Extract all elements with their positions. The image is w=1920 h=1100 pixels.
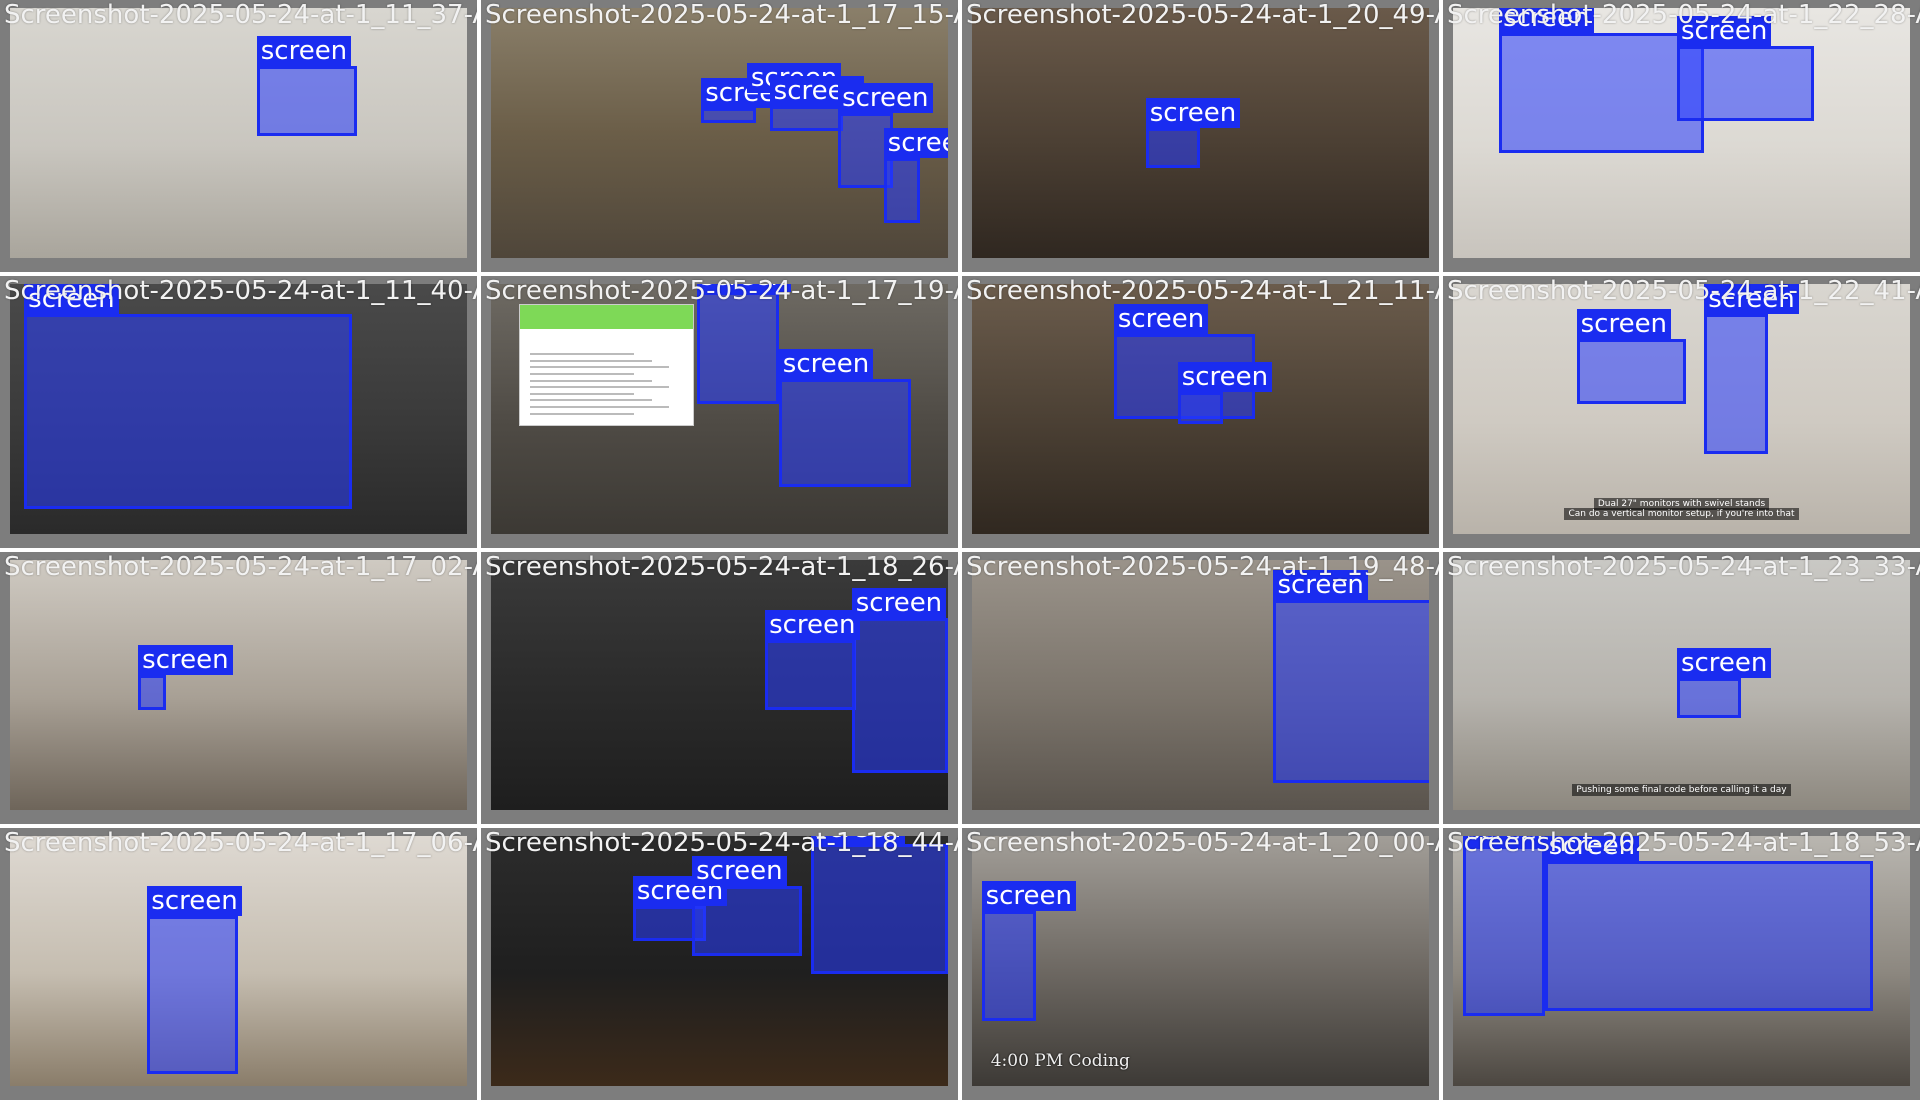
photo-frame: screenscreen [1453, 836, 1910, 1087]
detection-label: screen [1704, 284, 1799, 315]
screenshot-grid: screenScreenshot-2025-05-24-at-1_11_37-A… [0, 0, 1920, 1100]
photo-frame: screen [972, 8, 1429, 259]
thumbnail-cell[interactable]: screenscreenscreenscreenscreenScreenshot… [481, 0, 958, 272]
thumbnail-cell[interactable]: screen screen Screenshot-2025-05-24-at-1_2… [962, 276, 1439, 548]
detection-label: screen [1462, 836, 1558, 847]
article-preview [518, 304, 695, 427]
article-text-line [530, 386, 669, 389]
detection-label: screen [765, 610, 860, 641]
detection-label: screen [24, 284, 119, 315]
detection-box [769, 105, 843, 131]
detection-label: screen [883, 128, 948, 159]
photo-frame: screen [10, 836, 467, 1087]
detection-label: screen [778, 349, 874, 380]
detection-box [851, 617, 948, 773]
photo-frame: screenscreenscreen [491, 836, 948, 1087]
thumbnail-cell[interactable]: screenScreenshot-2025-05-24-at-1_11_40-A… [0, 276, 477, 548]
thumbnail-cell[interactable]: screenScreenshot-2025-05-24-at-1_11_37-A… [0, 0, 477, 272]
caption-line: Pushing some final code before calling i… [1572, 784, 1791, 797]
thumbnail-cell[interactable]: screen 4:00 PM Coding Screenshot-2025-05-2… [962, 828, 1439, 1100]
detection-box [701, 108, 756, 124]
thumbnail-cell[interactable]: screenscreenScreenshot-2025-05-24-at-1_1… [481, 276, 958, 548]
detection-box [1576, 339, 1687, 405]
detection-box [810, 843, 948, 974]
photo-frame: screen [972, 560, 1429, 811]
photo-frame: screen [10, 284, 467, 535]
article-text-line [530, 412, 635, 415]
detection-box [138, 675, 166, 711]
photo-frame: screen Pushing some final code before cal… [1453, 560, 1910, 811]
detection-label: screen [981, 881, 1077, 912]
article-text-line [530, 359, 652, 362]
thumbnail-cell[interactable]: screenScreenshot-2025-05-24-at-1_19_48-A… [962, 552, 1439, 824]
photo-frame: screen screen [491, 284, 948, 535]
detection-box [24, 314, 353, 510]
caption-line: Can do a vertical monitor setup, if you'… [1564, 508, 1799, 521]
detection-label: screen [696, 284, 792, 292]
video-overlay-text: 4:00 PM Coding [990, 1051, 1130, 1072]
article-header-image [519, 305, 694, 330]
detection-box [778, 379, 912, 487]
detection-box [1177, 391, 1224, 425]
photo-frame: screen 4:00 PM Coding [972, 836, 1429, 1087]
photo-frame: screen screen [1453, 8, 1910, 259]
detection-label: screen [256, 35, 352, 66]
detection-label: screen [138, 645, 233, 676]
thumbnail-cell[interactable]: screenscreenScreenshot-2025-05-24-at-1_1… [1443, 828, 1920, 1100]
photo-frame: screen screen [972, 284, 1429, 535]
detection-label: screen [1576, 309, 1672, 340]
detection-label: screen [851, 587, 947, 618]
thumbnail-cell[interactable]: screenScreenshot-2025-05-24-at-1_17_06-A… [0, 828, 477, 1100]
detection-box [1676, 45, 1814, 121]
video-caption: Pushing some final code before calling i… [1453, 784, 1909, 797]
thumbnail-cell[interactable]: screenscreenScreenshot-2025-05-24-at-1_1… [481, 552, 958, 824]
thumbnail-cell[interactable]: screenScreenshot-2025-05-24-at-1_20_49-A… [962, 0, 1439, 272]
thumbnail-cell[interactable]: screen Pushing some final code before cal… [1443, 552, 1920, 824]
detection-label: screen [838, 83, 933, 114]
detection-box [765, 640, 857, 711]
detection-box [883, 158, 921, 224]
detection-box [1462, 846, 1545, 1017]
photo-frame: screen screen Dual 27" monitors with swive… [1453, 284, 1910, 535]
detection-label: screen [1113, 304, 1209, 335]
detection-box [1704, 314, 1769, 455]
detection-box [256, 65, 358, 136]
thumbnail-cell[interactable]: screen screen Dual 27" monitors with swive… [1443, 276, 1920, 548]
detection-label: screen [1145, 98, 1241, 129]
detection-box [1273, 600, 1429, 783]
detection-label: screen [1544, 836, 1640, 862]
photo-frame: screen [10, 560, 467, 811]
photo-frame: screenscreenscreenscreenscreen [491, 8, 948, 259]
detection-box [1544, 861, 1874, 1012]
detection-label: screen [692, 856, 787, 887]
thumbnail-cell[interactable]: screen screen Screenshot-2025-05-24-at-1_2… [1443, 0, 1920, 272]
detection-box [1676, 677, 1741, 718]
detection-label: screen [1273, 570, 1368, 601]
detection-box [1145, 128, 1201, 169]
video-caption: Dual 27" monitors with swivel stands Can … [1453, 498, 1909, 521]
detection-box [696, 291, 779, 405]
detection-box [1499, 33, 1705, 154]
article-text-line [530, 353, 635, 356]
detection-box [147, 916, 239, 1074]
detection-box [981, 911, 1037, 1022]
article-text-line [530, 373, 635, 376]
detection-label: screen [147, 886, 242, 917]
photo-frame: screen [10, 8, 467, 259]
photo-frame: screenscreen [491, 560, 948, 811]
article-text-line [530, 392, 635, 395]
article-text-line [530, 399, 652, 402]
thumbnail-cell[interactable]: screenscreenscreenScreenshot-2025-05-24-… [481, 828, 958, 1100]
article-text-line [530, 379, 652, 382]
detection-label: screen [1676, 15, 1772, 46]
detection-label: screen [1499, 8, 1594, 34]
detection-label: screen [1177, 361, 1273, 392]
article-text-line [530, 406, 669, 409]
article-text-line [530, 366, 669, 369]
detection-label: screen [810, 836, 906, 844]
detection-label: screen [1676, 647, 1772, 678]
thumbnail-cell[interactable]: screenScreenshot-2025-05-24-at-1_17_02-A… [0, 552, 477, 824]
